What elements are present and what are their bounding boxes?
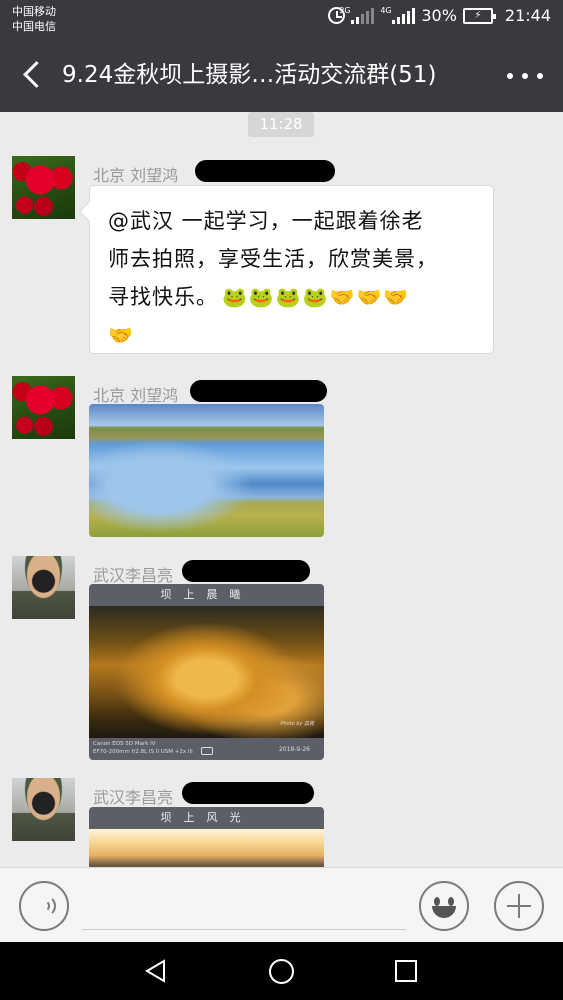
carrier-1: 中国移动 [12, 5, 56, 18]
photo-message[interactable] [89, 404, 324, 537]
photo-date: 2018-9-26 [278, 746, 310, 753]
sender-name: 武汉李昌亮 [93, 566, 174, 585]
nav-recent-apps-icon[interactable] [395, 960, 417, 982]
redaction-mark [195, 160, 335, 182]
photo-image: Photo by 昌亮 [89, 606, 324, 738]
photo-title: 坝上晨曦 [160, 588, 253, 601]
camera-icon [201, 747, 213, 755]
photo-title: 坝上风光 [160, 811, 253, 824]
sender-name: 北京 刘望鸿 [93, 386, 179, 405]
message-input[interactable] [82, 884, 406, 930]
carrier-2: 中国电信 [12, 20, 56, 33]
voice-input-icon[interactable] [19, 881, 69, 931]
nav-back-icon[interactable] [144, 959, 168, 983]
battery-icon: ⚡ [462, 7, 496, 24]
sender-name: 北京 刘望鸿 [93, 166, 179, 185]
photo-image [89, 829, 324, 867]
nav-home-icon[interactable] [269, 959, 294, 984]
message-bubble[interactable]: @武汉 一起学习，一起跟着徐老 师去拍照，享受生活，欣赏美景， 寻找快乐。 🐸🐸… [89, 185, 494, 354]
more-options-icon[interactable] [507, 66, 543, 86]
chat-title: 9.24金秋坝上摄影…活动交流群(51) [62, 62, 437, 88]
photo-message[interactable]: 坝上风光 [89, 807, 324, 867]
avatar[interactable] [12, 778, 75, 841]
emoji-row: 🐸🐸🐸🐸🤝🤝🤝 [222, 285, 411, 309]
sender-name: 武汉李昌亮 [93, 788, 174, 807]
redaction-mark [182, 560, 310, 582]
add-more-icon[interactable] [494, 881, 544, 931]
redaction-mark [182, 782, 314, 804]
redaction-mark [190, 380, 327, 402]
system-nav-bar [0, 942, 563, 1000]
status-icons: 2G 4G 30% ⚡ 21:44 [328, 6, 551, 25]
message-timestamp: 11:28 [248, 112, 314, 137]
avatar[interactable] [12, 556, 75, 619]
emoji-icon[interactable] [419, 881, 469, 931]
photo-message[interactable]: 坝上晨曦 Photo by 昌亮 Canon EOS 5D Mark IV EF… [89, 584, 324, 760]
battery-percent: 30% [421, 6, 457, 25]
avatar[interactable] [12, 376, 75, 439]
avatar[interactable] [12, 156, 75, 219]
title-bar: 9.24金秋坝上摄影…活动交流群(51) [0, 38, 563, 112]
signal-2g-icon: 2G [339, 6, 375, 24]
input-bar [0, 867, 563, 942]
status-bar: 中国移动 中国电信 2G 4G 30% ⚡ 21:44 [0, 0, 563, 38]
signal-4g-icon: 4G [380, 6, 416, 24]
message-text-line: 师去拍照，享受生活，欣赏美景， [108, 247, 438, 271]
message-text-line: @武汉 一起学习，一起跟着徐老 [108, 209, 424, 233]
back-icon[interactable] [16, 58, 50, 92]
message-item: 武汉李昌亮 坝上晨曦 Photo by 昌亮 Canon EOS 5D Mark… [0, 556, 563, 760]
photo-signature: Photo by 昌亮 [280, 721, 314, 727]
message-text-line: 寻找快乐。 🐸🐸🐸🐸🤝🤝🤝 [108, 278, 477, 316]
carrier-info: 中国移动 中国电信 [12, 4, 56, 34]
chat-area[interactable]: 11:28 北京 刘望鸿 @武汉 一起学习，一起跟着徐老 师去拍照，享受生活，欣… [0, 112, 563, 867]
emoji-row: 🤝 [108, 323, 134, 347]
status-time: 21:44 [504, 6, 551, 25]
